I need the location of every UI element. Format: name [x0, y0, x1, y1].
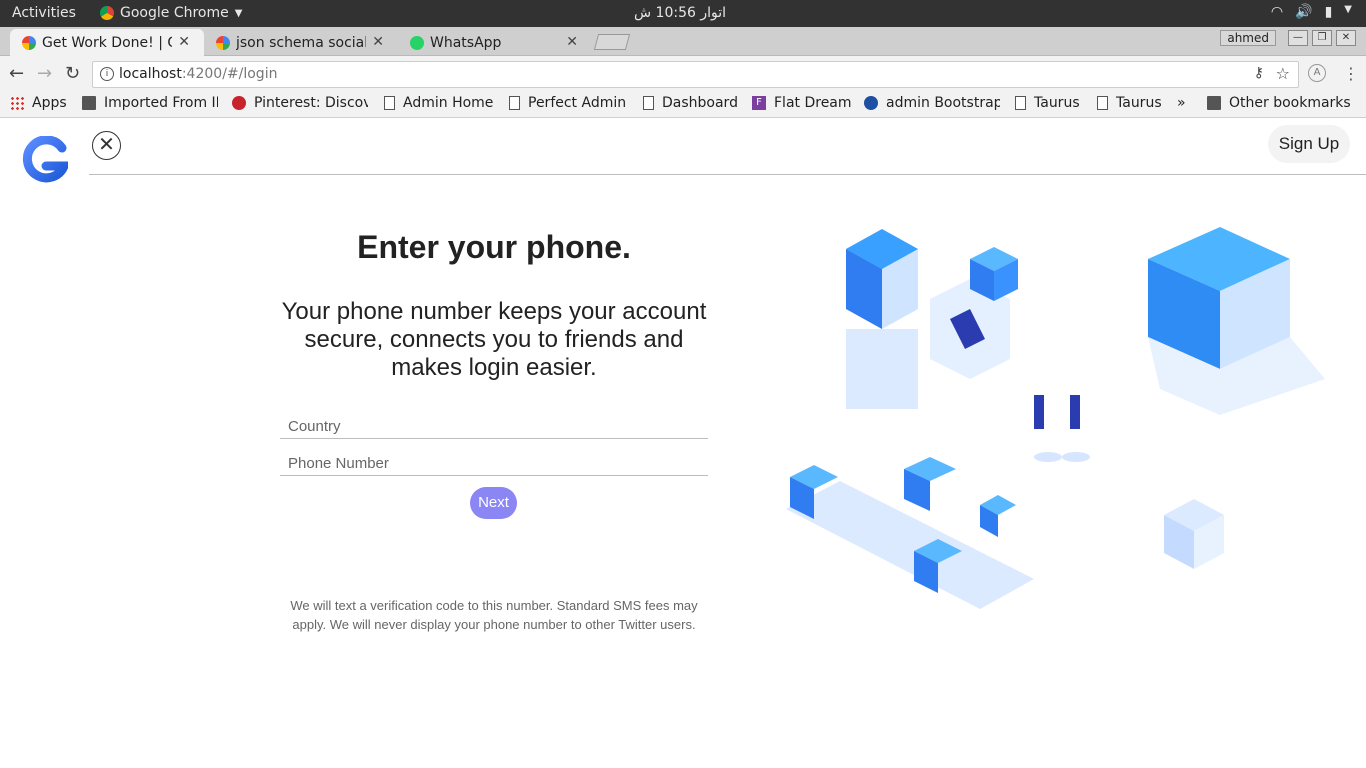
- next-button[interactable]: Next: [470, 487, 517, 519]
- close-tab-icon[interactable]: ✕: [372, 34, 384, 50]
- bookmark-label: admin Bootstrap: [886, 95, 1000, 111]
- bookmark-label: Taurus: [1034, 95, 1080, 111]
- bookmarks-bar: Apps Imported From IE Pinterest: Discove…: [0, 92, 1366, 118]
- server-big: [1148, 227, 1325, 415]
- bookmark-label: Pinterest: Discover: [254, 95, 368, 111]
- bookmark-admin-bootstrap[interactable]: admin Bootstrap: [864, 95, 1000, 111]
- page-icon: [1097, 96, 1108, 110]
- phone-number-field[interactable]: [280, 452, 708, 476]
- system-tray[interactable]: ◠ 🔊 ▮ ▼: [1271, 4, 1352, 20]
- page-content: ✕ Sign Up Enter your phone. Your phone n…: [0, 119, 1366, 768]
- profile-chip[interactable]: ahmed: [1220, 30, 1276, 46]
- bookmark-taurus[interactable]: Taurus: [1015, 95, 1085, 111]
- url-path: :4200/#/login: [181, 66, 278, 82]
- bookmark-pinterest[interactable]: Pinterest: Discover: [232, 95, 368, 111]
- bookmark-label: Apps: [32, 95, 67, 111]
- close-tab-icon[interactable]: ✕: [178, 34, 190, 50]
- bookmark-star-icon[interactable]: ☆: [1276, 64, 1290, 83]
- sign-up-button[interactable]: Sign Up: [1268, 125, 1350, 163]
- close-tab-icon[interactable]: ✕: [566, 34, 578, 50]
- clock[interactable]: اتوار 10:56 ش: [634, 5, 726, 21]
- bookmarks-overflow[interactable]: »: [1177, 95, 1191, 111]
- url-text: localhost:4200/#/login: [119, 66, 277, 82]
- system-top-bar: Activities Google Chrome ▼ اتوار 10:56 ش…: [0, 0, 1366, 27]
- app-logo[interactable]: [22, 136, 68, 184]
- whatsapp-icon: [410, 36, 424, 50]
- bookmark-apps[interactable]: Apps: [10, 95, 74, 111]
- isometric-illustration: [786, 227, 1325, 609]
- bookmark-label: Imported From IE: [104, 95, 218, 111]
- country-field[interactable]: [280, 415, 708, 439]
- maximize-icon[interactable]: ❐: [1312, 30, 1332, 46]
- page-icon: [384, 96, 395, 110]
- tab-json-schema[interactable]: json schema social ✕: [204, 29, 398, 56]
- more-menu-icon[interactable]: ⋮: [1343, 64, 1359, 83]
- tab-title: WhatsApp: [430, 34, 502, 51]
- close-window-icon[interactable]: ✕: [1336, 30, 1356, 46]
- box-right: [1164, 499, 1224, 569]
- browser-toolbar: ← → ↻ i localhost:4200/#/login ⚷ ☆ A ⋮: [0, 56, 1366, 92]
- page-title: Enter your phone.: [357, 229, 631, 265]
- wifi-icon: ◠: [1270, 4, 1284, 20]
- tab-title: json schema social: [236, 34, 366, 51]
- bookmark-dashboard[interactable]: Dashboard: [643, 95, 743, 111]
- apps-grid-icon: [10, 96, 24, 110]
- site-icon: [864, 96, 878, 110]
- window-controls: ahmed — ❐ ✕: [1220, 30, 1356, 46]
- address-bar[interactable]: i localhost:4200/#/login ⚷ ☆: [92, 61, 1299, 88]
- minimize-icon[interactable]: —: [1288, 30, 1308, 46]
- server-stack: [846, 229, 918, 409]
- app-name: Google Chrome: [120, 5, 229, 21]
- chrome-icon: [100, 6, 114, 20]
- reload-icon[interactable]: ↻: [65, 63, 80, 84]
- tab-whatsapp[interactable]: WhatsApp ✕: [398, 29, 592, 56]
- bookmark-admin-home[interactable]: Admin Home: [384, 95, 496, 111]
- extension-icon[interactable]: A: [1308, 64, 1326, 82]
- tab-strip: Get Work Done! | Ge ✕ json schema social…: [0, 27, 1366, 56]
- conveyor: [786, 457, 1034, 609]
- bookmark-label: Perfect Admin: [528, 95, 627, 111]
- page-icon: [509, 96, 520, 110]
- bookmark-label: Taurus: [1116, 95, 1162, 111]
- battery-icon: ▮: [1324, 4, 1333, 20]
- folder-icon: [82, 96, 96, 110]
- bookmark-perfect-admin[interactable]: Perfect Admin: [509, 95, 631, 111]
- tab-get-work-done[interactable]: Get Work Done! | Ge ✕: [10, 29, 204, 56]
- page-icon: [1015, 96, 1026, 110]
- bookmark-label: Dashboard: [662, 95, 738, 111]
- header-divider: [89, 174, 1366, 175]
- flat-dream-icon: F: [752, 96, 766, 110]
- page-subtitle: Your phone number keeps your account sec…: [281, 298, 707, 381]
- page-icon: [643, 96, 654, 110]
- info-icon[interactable]: i: [100, 67, 114, 81]
- google-icon: [216, 36, 230, 50]
- url-host: localhost: [119, 66, 182, 82]
- tab-title: Get Work Done! | Ge: [42, 34, 172, 51]
- bookmark-label: Admin Home: [403, 95, 494, 111]
- people-center: [1034, 395, 1090, 462]
- key-icon[interactable]: ⚷: [1254, 65, 1264, 81]
- bookmark-taurus[interactable]: Taurus: [1097, 95, 1167, 111]
- bookmark-imported-from-ie[interactable]: Imported From IE: [82, 95, 218, 111]
- bookmark-label: Flat Dream: [774, 95, 852, 111]
- activities-button[interactable]: Activities: [12, 5, 76, 21]
- close-icon[interactable]: ✕: [92, 131, 121, 160]
- pinterest-icon: [232, 96, 246, 110]
- back-icon[interactable]: ←: [9, 63, 24, 84]
- bookmark-other-bookmarks[interactable]: Other bookmarks: [1207, 95, 1357, 111]
- chevron-down-icon: ▼: [234, 7, 243, 19]
- chevron-down-icon: ▼: [1344, 4, 1352, 15]
- bookmark-flat-dream[interactable]: F Flat Dream: [752, 95, 854, 111]
- new-tab-button[interactable]: [593, 34, 631, 50]
- app-menu[interactable]: Google Chrome ▼: [100, 5, 242, 21]
- google-g-icon: [22, 36, 36, 50]
- folder-icon: [1207, 96, 1221, 110]
- bookmark-label: Other bookmarks: [1229, 95, 1351, 111]
- sms-disclaimer: We will text a verification code to this…: [290, 598, 698, 632]
- forward-icon[interactable]: →: [37, 63, 52, 84]
- volume-icon: 🔊: [1295, 4, 1313, 20]
